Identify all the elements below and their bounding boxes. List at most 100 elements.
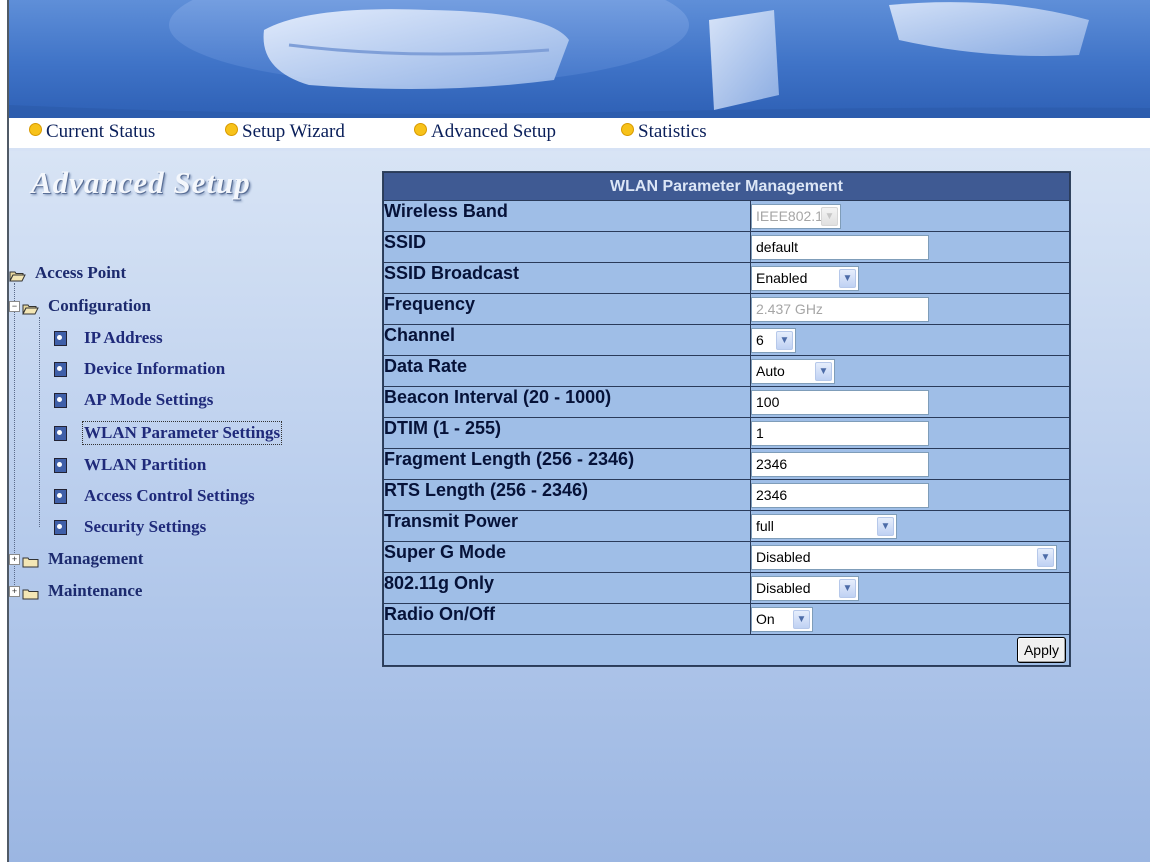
tree-item-security-settings[interactable]: Security Settings <box>54 517 206 537</box>
row-dtim: DTIM (1 - 255) 1 <box>383 417 1070 449</box>
tree-item-wlan-partition[interactable]: WLAN Partition <box>54 455 206 475</box>
fragment-length-input[interactable]: 2346 <box>751 451 929 477</box>
field-label: SSID Broadcast <box>383 262 751 294</box>
tree-item-access-control-settings[interactable]: Access Control Settings <box>54 486 255 506</box>
tree-label: AP Mode Settings <box>84 390 214 409</box>
field-label: Fragment Length (256 - 2346) <box>383 448 751 480</box>
page-title: Advanced Setup <box>31 165 251 200</box>
chevron-down-icon: ▼ <box>839 578 856 598</box>
nav-label: Statistics <box>638 121 707 142</box>
tree-label: WLAN Partition <box>84 455 207 474</box>
select-value: 6 <box>756 332 764 348</box>
header-banner <box>9 0 1150 118</box>
open-folder-icon <box>22 300 39 315</box>
tree-label: Configuration <box>48 296 151 315</box>
window-border <box>0 0 9 862</box>
bullet-icon <box>225 123 238 136</box>
bullet-icon <box>414 123 427 136</box>
page-icon <box>54 425 67 441</box>
tree-label: Access Point <box>35 263 127 282</box>
bullet-icon <box>621 123 634 136</box>
nav-setup-wizard[interactable]: Setup Wizard <box>225 121 345 143</box>
nav-label: Advanced Setup <box>431 121 557 142</box>
tree-item-wlan-parameter-settings[interactable]: WLAN Parameter Settings <box>54 421 283 445</box>
tree-label: Management <box>48 549 144 568</box>
tree-item-ip-address[interactable]: IP Address <box>54 328 163 348</box>
row-frequency: Frequency 2.437 GHz <box>383 293 1070 325</box>
page-icon <box>54 361 67 377</box>
tree-connector <box>14 283 15 593</box>
tree-item-ap-mode-settings[interactable]: AP Mode Settings <box>54 390 213 410</box>
field-label: Super G Mode <box>383 541 751 573</box>
nav-statistics[interactable]: Statistics <box>621 121 707 143</box>
row-80211g-only: 802.11g Only Disabled ▼ <box>383 572 1070 604</box>
transmit-power-select[interactable]: full ▼ <box>751 513 897 539</box>
row-apply: Apply <box>383 634 1070 666</box>
expand-icon[interactable]: + <box>9 585 20 597</box>
field-label: Channel <box>383 324 751 356</box>
row-rts-length: RTS Length (256 - 2346) 2346 <box>383 479 1070 511</box>
device-photo-banner <box>9 0 1150 118</box>
top-nav: Current Status Setup Wizard Advanced Set… <box>9 118 1150 151</box>
rts-length-input[interactable]: 2346 <box>751 482 929 508</box>
tree-label: Access Control Settings <box>84 486 255 505</box>
beacon-interval-input[interactable]: 100 <box>751 389 929 415</box>
row-channel: Channel 6 ▼ <box>383 324 1070 356</box>
radio-select[interactable]: On ▼ <box>751 606 813 632</box>
nav-label: Current Status <box>46 121 156 142</box>
tree-label: Security Settings <box>84 517 207 536</box>
tree-root-access-point[interactable]: Access Point <box>9 263 126 283</box>
folder-icon <box>22 553 39 568</box>
field-label: Transmit Power <box>383 510 751 542</box>
tree-node-maintenance[interactable]: + Maintenance <box>9 581 142 601</box>
field-label: 802.11g Only <box>383 572 751 604</box>
nav-advanced-setup[interactable]: Advanced Setup <box>414 121 556 143</box>
dtim-input[interactable]: 1 <box>751 420 929 446</box>
ssid-broadcast-select[interactable]: Enabled ▼ <box>751 265 859 291</box>
wireless-band-select: IEEE802.11g ▼ <box>751 203 841 229</box>
field-label: DTIM (1 - 255) <box>383 417 751 449</box>
field-label: Beacon Interval (20 - 1000) <box>383 386 751 418</box>
field-label: Wireless Band <box>383 200 751 232</box>
g-only-select[interactable]: Disabled ▼ <box>751 575 859 601</box>
row-ssid: SSID default <box>383 231 1070 263</box>
nav-current-status[interactable]: Current Status <box>29 121 155 143</box>
nav-label: Setup Wizard <box>242 121 345 142</box>
bullet-icon <box>29 123 42 136</box>
tree-label: Maintenance <box>48 581 143 600</box>
apply-button[interactable]: Apply <box>1016 637 1066 663</box>
field-label: SSID <box>383 231 751 263</box>
field-label: Frequency <box>383 293 751 325</box>
chevron-down-icon: ▼ <box>815 361 832 381</box>
select-value: Auto <box>756 363 785 379</box>
row-fragment-length: Fragment Length (256 - 2346) 2346 <box>383 448 1070 480</box>
channel-select[interactable]: 6 ▼ <box>751 327 796 353</box>
tree-label-selected: WLAN Parameter Settings <box>81 421 283 445</box>
folder-icon <box>22 585 39 600</box>
chevron-down-icon: ▼ <box>776 330 793 350</box>
tree-item-device-information[interactable]: Device Information <box>54 359 225 379</box>
frequency-input: 2.437 GHz <box>751 296 929 322</box>
row-super-g-mode: Super G Mode Disabled ▼ <box>383 541 1070 573</box>
ssid-input[interactable]: default <box>751 234 929 260</box>
tree-node-management[interactable]: + Management <box>9 549 143 569</box>
expand-icon[interactable]: + <box>9 553 20 565</box>
row-wireless-band: Wireless Band IEEE802.11g ▼ <box>383 200 1070 232</box>
super-g-mode-select[interactable]: Disabled ▼ <box>751 544 1057 570</box>
page-icon <box>54 519 67 535</box>
tree-node-configuration[interactable]: − Configuration <box>9 296 151 316</box>
chevron-down-icon: ▼ <box>793 609 810 629</box>
data-rate-select[interactable]: Auto ▼ <box>751 358 835 384</box>
page-icon <box>54 392 67 408</box>
select-value: Disabled <box>756 549 811 565</box>
page-icon <box>54 330 67 346</box>
apply-cell: Apply <box>383 634 1070 666</box>
tree-label: IP Address <box>84 328 163 347</box>
open-folder-icon <box>9 267 26 282</box>
wlan-parameter-table: WLAN Parameter Management Wireless Band … <box>382 171 1071 667</box>
row-radio-on-off: Radio On/Off On ▼ <box>383 603 1070 635</box>
select-value: Disabled <box>756 580 811 596</box>
field-label: Data Rate <box>383 355 751 387</box>
table-title: WLAN Parameter Management <box>383 172 1070 201</box>
collapse-icon[interactable]: − <box>9 300 20 312</box>
